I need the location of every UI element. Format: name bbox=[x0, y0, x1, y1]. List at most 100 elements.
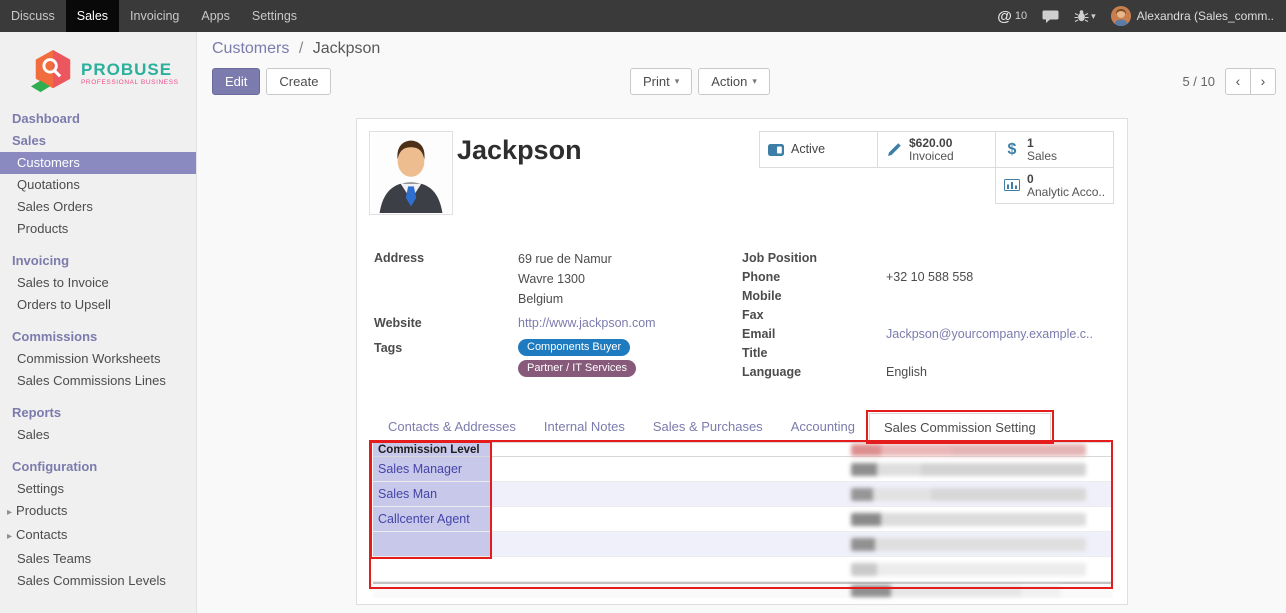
fax-label: Fax bbox=[742, 306, 886, 324]
sidebar-section-reports[interactable]: Reports bbox=[0, 402, 196, 424]
pager: 5 / 10 ‹ › bbox=[1182, 68, 1276, 95]
sales-count: 1 bbox=[1027, 137, 1057, 150]
tab-internal-notes[interactable]: Internal Notes bbox=[530, 413, 639, 442]
sidebar-item-orders-to-upsell[interactable]: Orders to Upsell bbox=[0, 294, 196, 316]
blurred-value bbox=[851, 538, 1086, 551]
sidebar-item-settings[interactable]: Settings bbox=[0, 478, 196, 500]
app-logo[interactable]: PROBUSE PROFESSIONAL BUSINESS bbox=[30, 48, 196, 98]
sidebar-item-config-products[interactable]: ▸ Products bbox=[0, 500, 196, 524]
right-field-column: Job Position Phone +32 10 588 558 Mobile… bbox=[742, 249, 1110, 382]
expand-caret-icon: ▸ bbox=[7, 507, 12, 518]
table-row-sales-man[interactable]: Sales Man bbox=[373, 482, 1113, 507]
pager-counter: 5 / 10 bbox=[1182, 74, 1215, 89]
sidebar-item-quotations[interactable]: Quotations bbox=[0, 174, 196, 196]
edit-button[interactable]: Edit bbox=[212, 68, 260, 95]
table-footer-row bbox=[373, 584, 1113, 598]
header-redacted-cell bbox=[491, 443, 1113, 456]
pencil-icon bbox=[885, 142, 903, 157]
breadcrumb-current: Jackpson bbox=[313, 40, 381, 57]
invoiced-amount: $620.00 bbox=[909, 137, 954, 150]
commission-level-table: Commission Level Sales Manager Sales Man… bbox=[373, 443, 1113, 598]
tab-contacts-addresses[interactable]: Contacts & Addresses bbox=[374, 413, 530, 442]
topbar-right: @ 10 ▾ Alexandra (Sales_comm.. bbox=[997, 6, 1274, 26]
create-button[interactable]: Create bbox=[266, 68, 331, 95]
sidebar-item-sales-commission-levels[interactable]: Sales Commission Levels bbox=[0, 570, 196, 592]
footer-cell bbox=[373, 584, 491, 598]
sidebar-section-invoicing[interactable]: Invoicing bbox=[0, 250, 196, 272]
app-window: Discuss Sales Invoicing Apps Settings @ … bbox=[0, 0, 1286, 613]
address-label: Address bbox=[374, 249, 518, 309]
top-menus: Discuss Sales Invoicing Apps Settings bbox=[0, 0, 308, 32]
title-label: Title bbox=[742, 344, 886, 362]
action-label: Action bbox=[711, 74, 747, 89]
tag-components-buyer: Components Buyer bbox=[518, 339, 630, 356]
main-content: Customers / Jackpson Edit Create Print ▾… bbox=[197, 32, 1286, 613]
tab-sales-commission-setting[interactable]: Sales Commission Setting bbox=[869, 413, 1051, 443]
mention-count: 10 bbox=[1015, 10, 1027, 22]
table-row-callcenter-agent[interactable]: Callcenter Agent bbox=[373, 507, 1113, 532]
website-link[interactable]: http://www.jackpson.com bbox=[518, 316, 656, 330]
column-header-commission-level[interactable]: Commission Level bbox=[373, 443, 491, 456]
tab-accounting[interactable]: Accounting bbox=[777, 413, 869, 442]
redacted-cell bbox=[491, 457, 1113, 481]
commission-level-cell: Callcenter Agent bbox=[373, 507, 491, 531]
sidebar-item-config-contacts[interactable]: ▸Contacts bbox=[0, 524, 196, 548]
logo-subtitle: PROFESSIONAL BUSINESS bbox=[81, 79, 179, 86]
tags-field: Tags Components Buyer Partner / IT Servi… bbox=[374, 339, 742, 377]
menu-discuss[interactable]: Discuss bbox=[0, 0, 66, 32]
sidebar-item-sales-commissions-lines[interactable]: Sales Commissions Lines bbox=[0, 370, 196, 392]
sidebar-item-products[interactable]: Products bbox=[0, 218, 196, 240]
redacted-cell bbox=[491, 557, 1113, 581]
menu-sales[interactable]: Sales bbox=[66, 0, 119, 32]
phone-label: Phone bbox=[742, 268, 886, 286]
pager-previous-button[interactable]: ‹ bbox=[1225, 68, 1251, 95]
email-link[interactable]: Jackpson@yourcompany.example.c.. bbox=[886, 327, 1093, 341]
analytic-label: Analytic Acco... bbox=[1027, 186, 1106, 199]
mention-icon: @ bbox=[997, 8, 1012, 25]
logo-title: PROBUSE bbox=[81, 61, 179, 79]
print-label: Print bbox=[643, 74, 670, 89]
sidebar-item-commission-worksheets[interactable]: Commission Worksheets bbox=[0, 348, 196, 370]
sales-stat-button[interactable]: $ 1 Sales bbox=[995, 131, 1114, 168]
table-row-empty[interactable] bbox=[373, 532, 1113, 557]
language-field: Language English bbox=[742, 363, 1110, 381]
mentions-button[interactable]: @ 10 bbox=[997, 8, 1027, 25]
blurred-value bbox=[851, 563, 1086, 576]
user-menu[interactable]: Alexandra (Sales_comm.. bbox=[1111, 6, 1274, 26]
sidebar-section-commissions[interactable]: Commissions bbox=[0, 326, 196, 348]
table-row-empty[interactable] bbox=[373, 557, 1113, 582]
sidebar-item-label: Products bbox=[16, 503, 67, 518]
dollar-icon: $ bbox=[1003, 141, 1021, 159]
sidebar-item-customers[interactable]: Customers bbox=[0, 152, 196, 174]
table-row-sales-manager[interactable]: Sales Manager bbox=[373, 457, 1113, 482]
sidebar-item-reports-sales[interactable]: Sales bbox=[0, 424, 196, 446]
phone-value: +32 10 588 558 bbox=[886, 268, 973, 286]
breadcrumb: Customers / Jackpson bbox=[212, 40, 380, 58]
analytic-stat-button[interactable]: 0 Analytic Acco... bbox=[995, 167, 1114, 204]
sidebar-section-sales[interactable]: Sales bbox=[0, 130, 196, 152]
sidebar-section-dashboard[interactable]: Dashboard bbox=[0, 108, 196, 130]
chat-icon[interactable] bbox=[1042, 9, 1059, 24]
tab-sales-purchases[interactable]: Sales & Purchases bbox=[639, 413, 777, 442]
menu-apps[interactable]: Apps bbox=[190, 0, 241, 32]
email-field: Email Jackpson@yourcompany.example.c.. bbox=[742, 325, 1110, 343]
pager-next-button[interactable]: › bbox=[1250, 68, 1276, 95]
menu-invoicing[interactable]: Invoicing bbox=[119, 0, 190, 32]
probuse-logo-icon bbox=[30, 48, 74, 98]
action-dropdown-button[interactable]: Action ▾ bbox=[698, 68, 770, 95]
field-groups: Address 69 rue de Namur Wavre 1300 Belgi… bbox=[374, 249, 1110, 382]
sidebar-item-sales-to-invoice[interactable]: Sales to Invoice bbox=[0, 272, 196, 294]
blurred-value bbox=[851, 463, 1086, 476]
breadcrumb-customers-link[interactable]: Customers bbox=[212, 40, 289, 57]
sidebar-item-sales-orders[interactable]: Sales Orders bbox=[0, 196, 196, 218]
print-dropdown-button[interactable]: Print ▾ bbox=[630, 68, 692, 95]
debug-menu-button[interactable]: ▾ bbox=[1074, 9, 1096, 23]
menu-settings[interactable]: Settings bbox=[241, 0, 308, 32]
sales-label: Sales bbox=[1027, 150, 1057, 163]
sidebar-item-sales-teams[interactable]: Sales Teams bbox=[0, 548, 196, 570]
expand-caret-icon: ▸ bbox=[7, 531, 12, 542]
address-line: Wavre 1300 bbox=[518, 269, 612, 289]
active-stat-button[interactable]: Active bbox=[759, 131, 878, 168]
invoiced-stat-button[interactable]: $620.00 Invoiced bbox=[877, 131, 996, 168]
sidebar-section-configuration[interactable]: Configuration bbox=[0, 456, 196, 478]
